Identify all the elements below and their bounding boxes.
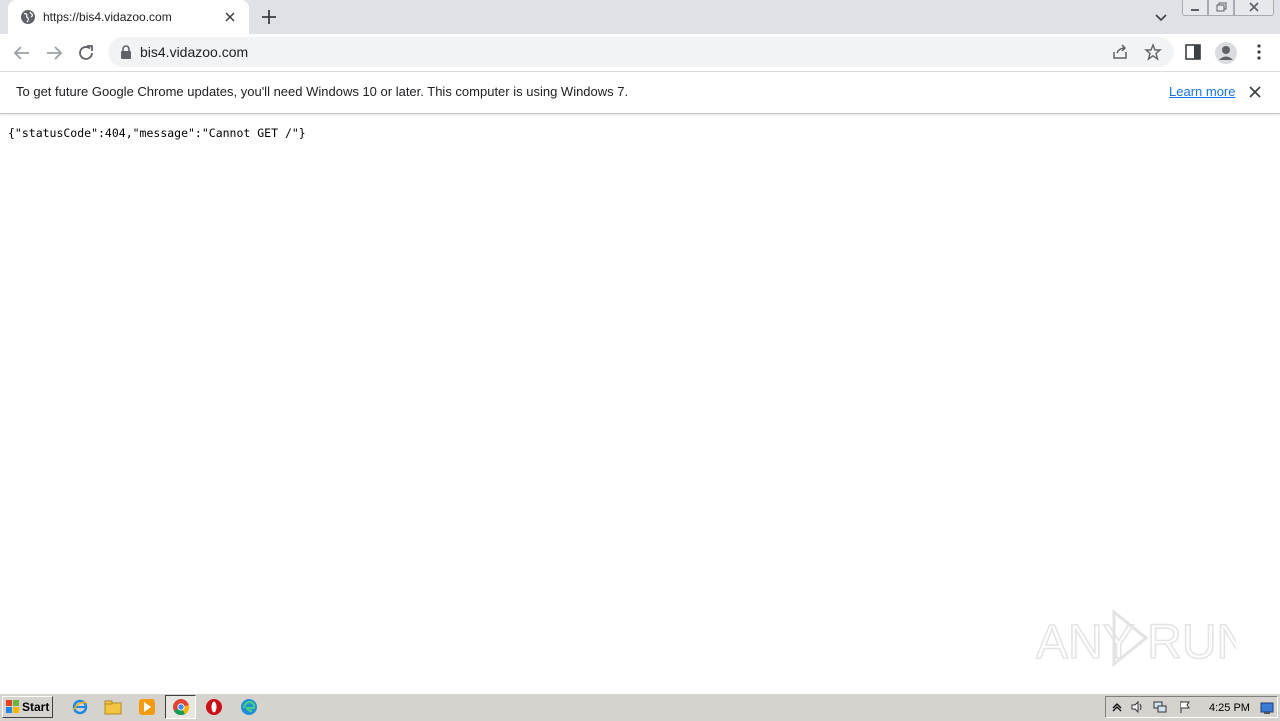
- watermark-text: ANY RUN: [1036, 616, 1236, 669]
- minimize-button[interactable]: [1182, 0, 1208, 16]
- windows-taskbar: Start 4:25 PM: [0, 693, 1280, 721]
- share-icon[interactable]: [1111, 43, 1129, 61]
- browser-tab[interactable]: https://bis4.vidazoo.com: [8, 0, 249, 34]
- clock[interactable]: 4:25 PM: [1209, 697, 1250, 720]
- tab-title: https://bis4.vidazoo.com: [43, 10, 172, 24]
- browser-toolbar: bis4.vidazoo.com: [0, 34, 1280, 71]
- update-infobar: To get future Google Chrome updates, you…: [0, 71, 1280, 114]
- chrome-icon: [173, 699, 190, 716]
- volume-icon[interactable]: [1130, 700, 1144, 714]
- network-icon[interactable]: [1153, 700, 1167, 714]
- restore-button[interactable]: [1208, 0, 1234, 16]
- lock-icon[interactable]: [120, 45, 132, 59]
- show-desktop-icon[interactable]: [1260, 701, 1274, 715]
- windows-logo-icon: [6, 700, 19, 713]
- side-panel-icon[interactable]: [1184, 43, 1202, 61]
- media-player-icon[interactable]: [138, 698, 156, 716]
- globe-icon: [21, 10, 35, 24]
- address-bar[interactable]: bis4.vidazoo.com: [108, 37, 1174, 67]
- chevron-down-icon[interactable]: [1152, 8, 1170, 26]
- forward-arrow-icon[interactable]: [43, 42, 65, 64]
- close-icon[interactable]: [1247, 84, 1263, 100]
- profile-avatar-icon[interactable]: [1214, 41, 1238, 65]
- infobar-message: To get future Google Chrome updates, you…: [16, 84, 629, 99]
- folder-icon[interactable]: [104, 698, 122, 716]
- learn-more-link[interactable]: Learn more: [1169, 72, 1235, 112]
- anyrun-watermark-logo: ANY RUN: [1036, 608, 1236, 670]
- edge-icon[interactable]: [240, 698, 258, 716]
- show-hidden-icons-icon[interactable]: [1110, 700, 1124, 714]
- page-body-text: {"statusCode":404,"message":"Cannot GET …: [8, 126, 306, 140]
- restore-icon: [1216, 2, 1227, 12]
- chrome-taskbar-button[interactable]: [165, 695, 196, 719]
- internet-explorer-icon[interactable]: [71, 698, 89, 716]
- system-tray: 4:25 PM: [1105, 696, 1278, 718]
- back-arrow-icon[interactable]: [11, 42, 33, 64]
- start-label: Start: [22, 700, 50, 714]
- url-text: bis4.vidazoo.com: [140, 44, 249, 60]
- tab-strip: https://bis4.vidazoo.com: [0, 0, 1280, 34]
- new-tab-icon[interactable]: [258, 6, 280, 28]
- close-icon: [1249, 2, 1259, 12]
- start-button[interactable]: Start: [2, 696, 53, 718]
- bookmark-star-icon[interactable]: [1144, 43, 1162, 61]
- opera-icon[interactable]: [205, 698, 223, 716]
- close-tab-icon[interactable]: [222, 9, 238, 25]
- reload-icon[interactable]: [75, 42, 97, 64]
- minimize-icon: [1191, 9, 1199, 11]
- action-center-flag-icon[interactable]: [1178, 700, 1192, 714]
- window-close-button[interactable]: [1234, 0, 1274, 16]
- more-menu-icon[interactable]: [1250, 43, 1268, 61]
